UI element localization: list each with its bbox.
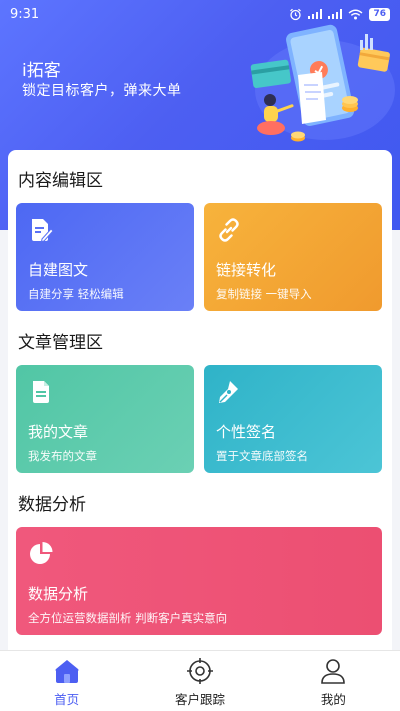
user-icon (321, 659, 346, 684)
tile-subtitle: 复制链接 一键导入 (216, 287, 312, 301)
tile-my-articles[interactable]: 我的文章 我发布的文章 (16, 365, 194, 473)
target-icon (186, 658, 213, 684)
tile-data-analytics[interactable]: 数据分析 全方位运营数据剖析 判断客户真实意向 (16, 527, 382, 635)
nav-home[interactable]: 首页 (0, 651, 133, 711)
tile-subtitle: 置于文章底部签名 (216, 449, 308, 463)
status-time: 9:31 (10, 6, 40, 22)
nav-label: 我的 (320, 692, 346, 707)
tile-subtitle: 全方位运营数据剖析 判断客户真实意向 (28, 611, 228, 625)
app-title: i拓客 (22, 61, 61, 81)
signal-icon (308, 9, 323, 19)
nav-mine[interactable]: 我的 (267, 651, 400, 711)
marketing-illustration (250, 24, 395, 142)
tile-title: 自建图文 (28, 261, 89, 279)
tile-link-convert[interactable]: 链接转化 复制链接 一键导入 (204, 203, 382, 311)
section-title-content: 内容编辑区 (18, 171, 103, 191)
main-card: 内容编辑区 自建图文 自建分享 轻松编辑 链接转化 复制链接 一键导入 文章管理… (8, 150, 392, 650)
wifi-icon (349, 9, 363, 19)
alarm-icon (290, 8, 302, 20)
battery-icon: 76 (369, 7, 390, 21)
pie-chart-icon (30, 542, 53, 564)
document-icon (33, 381, 49, 403)
pen-nib-icon (219, 381, 238, 403)
link-icon (219, 218, 239, 242)
nav-customer-tracking[interactable]: 客户跟踪 (133, 651, 266, 711)
tile-title: 链接转化 (216, 261, 277, 279)
home-icon (55, 660, 79, 683)
tile-signature[interactable]: 个性签名 置于文章底部签名 (204, 365, 382, 473)
bottom-navigation: 首页 客户跟踪 我的 (0, 650, 400, 711)
tile-subtitle: 自建分享 轻松编辑 (28, 287, 124, 301)
tile-title: 我的文章 (28, 423, 89, 441)
tile-title: 个性签名 (216, 423, 277, 441)
tile-title: 数据分析 (28, 585, 89, 603)
tile-subtitle: 我发布的文章 (28, 449, 97, 463)
section-title-analytics: 数据分析 (18, 495, 86, 515)
nav-label: 客户跟踪 (174, 692, 225, 707)
app-subtitle: 锁定目标客户，弹来大单 (22, 83, 182, 99)
tile-create-article[interactable]: 自建图文 自建分享 轻松编辑 (16, 203, 194, 311)
status-icons: 76 (289, 7, 390, 21)
nav-label: 首页 (54, 692, 80, 707)
signal-icon (328, 9, 343, 19)
document-edit-icon (32, 219, 54, 243)
section-title-articles: 文章管理区 (18, 333, 103, 353)
